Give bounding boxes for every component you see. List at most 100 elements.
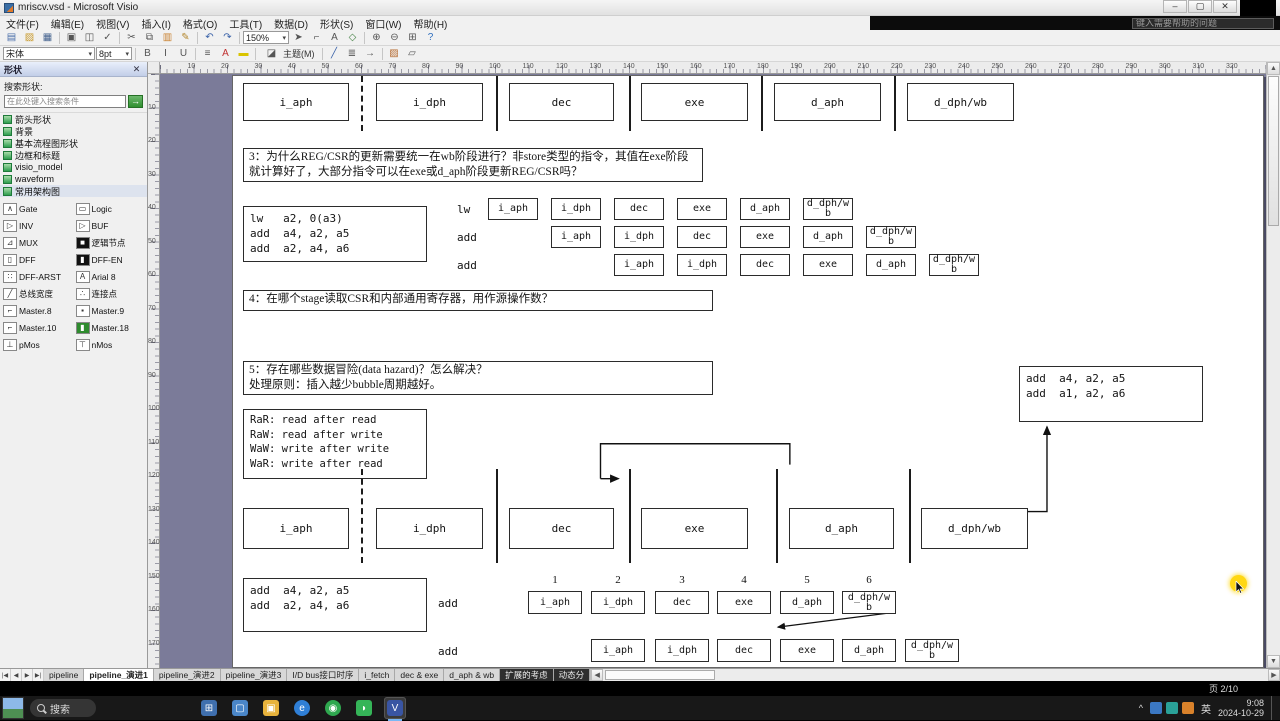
minimize-button[interactable]: – [1163, 0, 1187, 13]
stencil-category[interactable]: 基本流程图形状 [0, 137, 147, 149]
stage-box-d-dph-wb[interactable]: d_dph/wb [907, 83, 1014, 121]
stencil-item[interactable]: ⌐Master.10 [1, 319, 74, 336]
sheet-nav-button[interactable]: |◀ [0, 669, 11, 681]
help-icon[interactable]: ? [422, 31, 439, 45]
zoom-out-icon[interactable]: ⊖ [386, 31, 403, 45]
close-icon[interactable]: ✕ [130, 64, 143, 75]
tray-expand-icon[interactable]: ^ [1139, 703, 1143, 713]
font-color-icon[interactable]: A [217, 47, 234, 61]
vertical-scroll-thumb[interactable] [1268, 76, 1279, 226]
stencil-item[interactable]: ▪Master.9 [74, 302, 147, 319]
copy-icon[interactable]: ⧉ [141, 31, 158, 45]
pipe-stage-i-aph[interactable]: i_aph [614, 254, 664, 276]
stage-separator[interactable] [629, 469, 631, 563]
pointer-tool-icon[interactable]: ➤ [290, 31, 307, 45]
stage-box-i-aph[interactable]: i_aph [243, 508, 349, 549]
format-painter-icon[interactable]: ✎ [177, 31, 194, 45]
remote-desktop-icon[interactable]: ▢ [229, 697, 251, 719]
sheet-nav-button[interactable]: ◀ [11, 669, 22, 681]
cut-icon[interactable]: ✂ [123, 31, 140, 45]
undo-icon[interactable]: ↶ [201, 31, 218, 45]
scroll-down-arrow[interactable]: ▼ [1267, 655, 1280, 668]
stencil-item[interactable]: ▭Logic [74, 200, 147, 217]
stage-separator[interactable] [761, 76, 763, 131]
pipe-stage-exe[interactable]: exe [717, 591, 771, 614]
stencil-category[interactable]: 背景 [0, 125, 147, 137]
pipe-stage-dec[interactable]: dec [740, 254, 790, 276]
sheet-tab[interactable]: d_aph & wb [444, 669, 500, 681]
drawing-page[interactable]: 3：为什么REG/CSR的更新需要统一在wb阶段进行？非store类型的指令，其… [232, 75, 1264, 668]
stencil-item[interactable]: ⊤nMos [74, 336, 147, 353]
stencil-item[interactable]: ▯DFF [1, 251, 74, 268]
stage-box-dec[interactable]: dec [509, 83, 614, 121]
taskbar-search[interactable]: 搜索 [30, 699, 96, 717]
text-tool-icon[interactable]: A [326, 31, 343, 45]
pipe-stage-i-aph[interactable]: i_aph [488, 198, 538, 220]
stencil-item[interactable]: ⊿MUX [1, 234, 74, 251]
sheet-tab[interactable]: I/D bus接口时序 [287, 669, 359, 681]
fill-color-icon[interactable]: ▨ [386, 47, 403, 61]
pipe-stage-exe[interactable]: exe [740, 226, 790, 248]
pipe-stage-i-dph[interactable]: i_dph [591, 591, 645, 614]
pipe-stage-exe[interactable]: exe [780, 639, 834, 662]
redo-icon[interactable]: ↷ [219, 31, 236, 45]
stage-separator[interactable] [909, 469, 911, 563]
menu-item[interactable]: 窗口(W) [359, 16, 407, 30]
pipe-stage-d-dph-wb[interactable]: d_dph/wb [842, 591, 896, 614]
menu-item[interactable]: 形状(S) [314, 16, 359, 30]
menu-item[interactable]: 编辑(E) [45, 16, 90, 30]
new-document-icon[interactable]: ▤ [3, 31, 20, 45]
theme-button[interactable]: ◪主题(M) [259, 47, 319, 61]
menu-item[interactable]: 插入(I) [135, 16, 176, 30]
arrow-ends-icon[interactable]: → [362, 47, 379, 61]
help-search-input[interactable] [1132, 18, 1274, 29]
close-button[interactable]: ✕ [1213, 0, 1237, 13]
writeback-up-arrow[interactable] [1027, 427, 1047, 512]
sheet-nav-button[interactable]: ▶| [33, 669, 44, 681]
pipe-stage-d-aph[interactable]: d_aph [842, 639, 896, 662]
pipe-stage-i-aph[interactable]: i_aph [551, 226, 601, 248]
file-explorer-icon[interactable]: ▣ [260, 697, 282, 719]
italic-icon[interactable]: I [157, 47, 174, 61]
paste-icon[interactable]: ▥ [159, 31, 176, 45]
highlighter-icon[interactable]: ▬ [235, 47, 252, 61]
edge-browser-icon[interactable]: e [291, 697, 313, 719]
stage-box-exe[interactable]: exe [641, 83, 748, 121]
menu-item[interactable]: 工具(T) [223, 16, 268, 30]
start-button[interactable] [2, 697, 24, 719]
pipe-stage-dec[interactable]: dec [717, 639, 771, 662]
pipe-stage-d-dph-wb[interactable]: d_dph/wb [929, 254, 979, 276]
taskbar-clock[interactable]: 9:08 2024-10-29 [1218, 698, 1264, 718]
pipe-stage-dec[interactable]: dec [677, 226, 727, 248]
line-weight-icon[interactable]: ≣ [344, 47, 361, 61]
underline-icon[interactable]: U [175, 47, 192, 61]
horizontal-scrollbar[interactable]: ◀ ▶ [590, 669, 1280, 681]
stencil-item[interactable]: ■逻辑节点 [74, 234, 147, 251]
zoom-level-select[interactable]: 150%▾ [243, 31, 289, 44]
drawing-canvas[interactable]: 1020304050607080901001101201301401501601… [148, 62, 1280, 668]
sheet-tab[interactable]: pipeline_演进2 [154, 669, 221, 681]
sheet-tab[interactable]: 扩展的考虑 [500, 669, 554, 681]
font-name-select[interactable]: 宋体 ▾ [3, 47, 95, 60]
open-folder-icon[interactable]: ▨ [21, 31, 38, 45]
visio-taskbar-icon[interactable]: V [384, 697, 406, 719]
pipe-stage-d-dph-wb[interactable]: d_dph/wb [905, 639, 959, 662]
stage-box-d-aph[interactable]: d_aph [774, 83, 881, 121]
stage-box-d-dph-wb[interactable]: d_dph/wb [921, 508, 1028, 549]
connector-tool-icon[interactable]: ⌐ [308, 31, 325, 45]
stage-box-d-aph[interactable]: d_aph [789, 508, 894, 549]
stage-box-exe[interactable]: exe [641, 508, 748, 549]
stage-box-dec[interactable]: dec [509, 508, 614, 549]
stencil-item[interactable]: AArial 8 [74, 268, 147, 285]
menu-item[interactable]: 视图(V) [90, 16, 135, 30]
sheet-tab[interactable]: pipeline [44, 669, 84, 681]
spelling-icon[interactable]: ✓ [99, 31, 116, 45]
stage-box-i-dph[interactable]: i_dph [376, 83, 483, 121]
stencil-item[interactable]: ⌐Master.8 [1, 302, 74, 319]
pipe-stage-i-aph[interactable]: i_aph [528, 591, 582, 614]
pipe-stage-i-dph[interactable]: i_dph [677, 254, 727, 276]
pipe-stage-d-aph[interactable]: d_aph [803, 226, 853, 248]
stencil-category[interactable]: visio_model [0, 161, 147, 173]
stage-box-i-dph[interactable]: i_dph [376, 508, 483, 549]
scroll-left-arrow[interactable]: ◀ [591, 669, 603, 681]
